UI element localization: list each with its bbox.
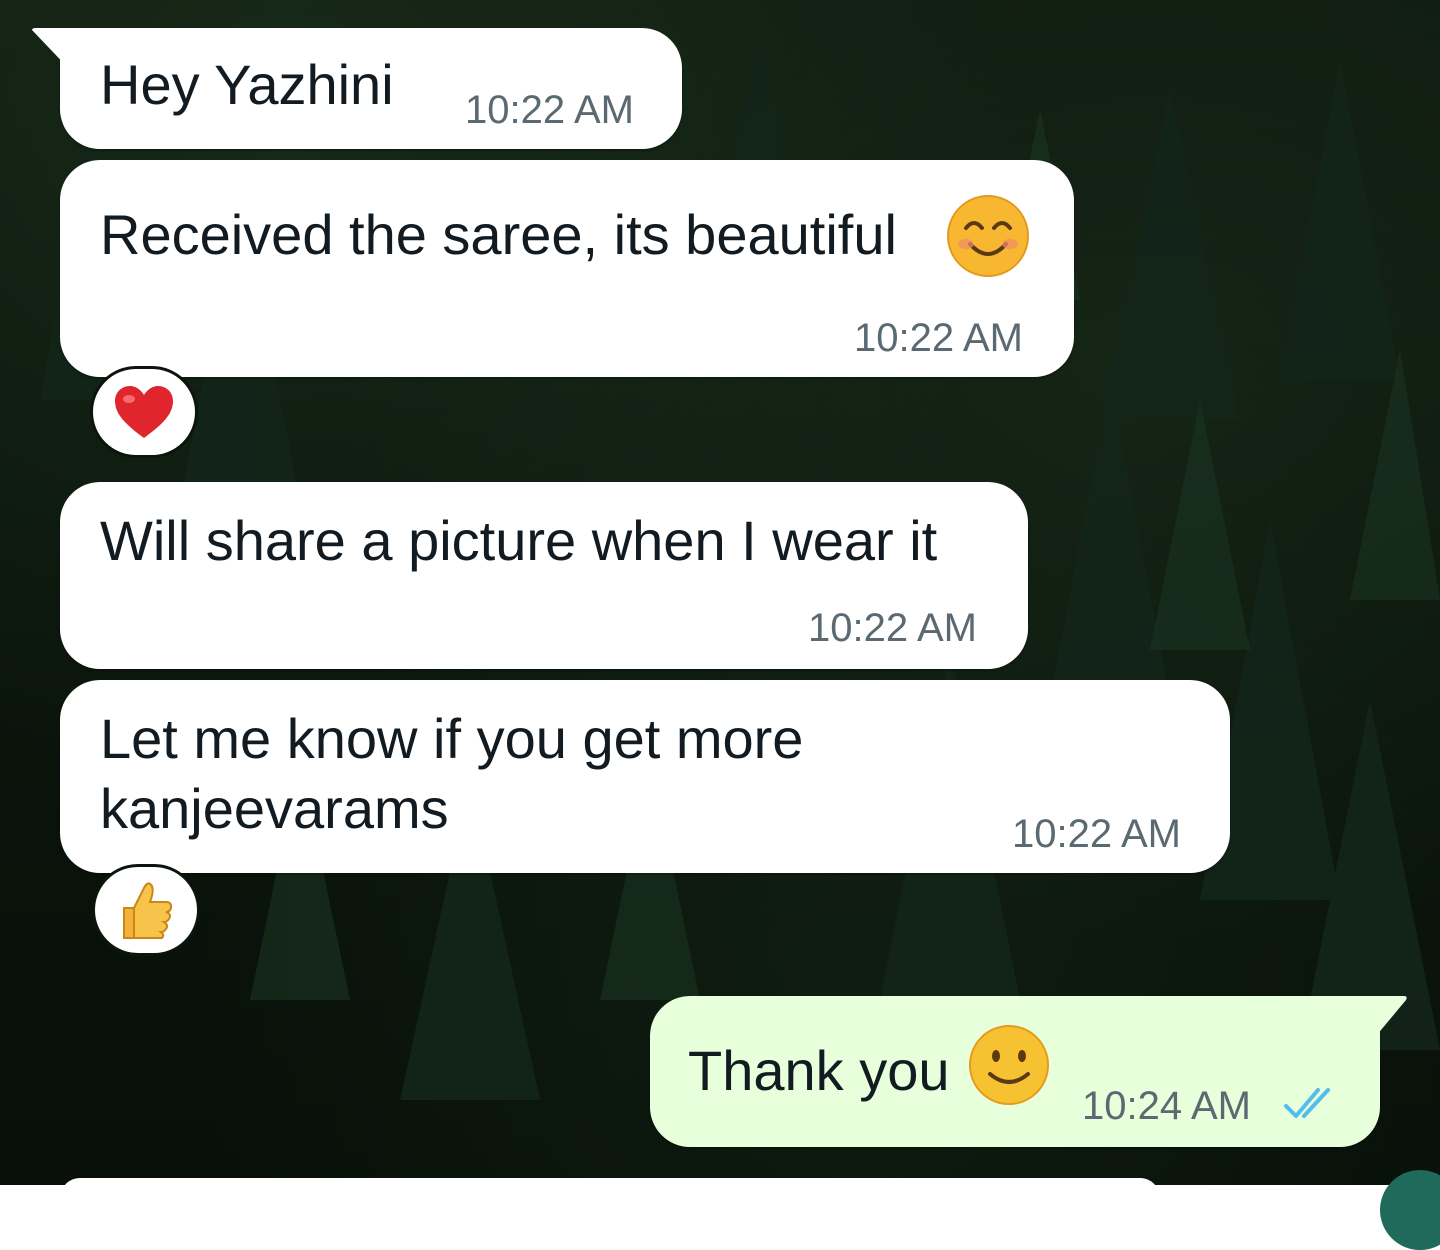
read-double-check-icon <box>1284 1088 1330 1118</box>
message-timestamp: 10:22 AM <box>465 88 635 132</box>
bubble-tail-icon <box>1376 996 1407 1036</box>
message-bubble-incoming[interactable]: Hey Yazhini 10:22 AM <box>60 28 682 149</box>
message-timestamp: 10:22 AM <box>808 606 978 650</box>
message-text: Will share a picture when I wear it <box>100 509 938 572</box>
next-message-bubble[interactable] <box>60 1178 1160 1218</box>
message-bubble-incoming[interactable]: Will share a picture when I wear it 10:2… <box>60 482 1028 669</box>
message-bubble-incoming[interactable]: Received the saree, its beautiful 10:22 … <box>60 160 1074 377</box>
message-timestamp: 10:22 AM <box>1012 812 1182 856</box>
message-text-line-1: Let me know if you get more <box>100 707 804 770</box>
message-text: Hey Yazhini <box>100 53 394 116</box>
thumbs-up-icon <box>123 882 173 939</box>
slightly-smiling-face-icon <box>969 1025 1049 1105</box>
reaction-badge[interactable] <box>90 366 198 458</box>
heart-icon <box>115 386 173 438</box>
message-text: Received the saree, its beautiful <box>100 203 897 266</box>
message-text: Thank you <box>688 1039 950 1102</box>
smiling-face-icon <box>947 195 1029 277</box>
message-bubble-outgoing[interactable]: Thank you 10:24 AM <box>650 996 1380 1147</box>
message-bubble-incoming[interactable]: Let me know if you get more kanjeevarams… <box>60 680 1230 873</box>
reaction-badge[interactable] <box>92 864 200 956</box>
message-text-line-2: kanjeevarams <box>100 777 449 840</box>
bubble-tail-icon <box>32 28 72 72</box>
message-timestamp: 10:24 AM <box>1082 1084 1252 1128</box>
message-timestamp: 10:22 AM <box>854 316 1024 360</box>
